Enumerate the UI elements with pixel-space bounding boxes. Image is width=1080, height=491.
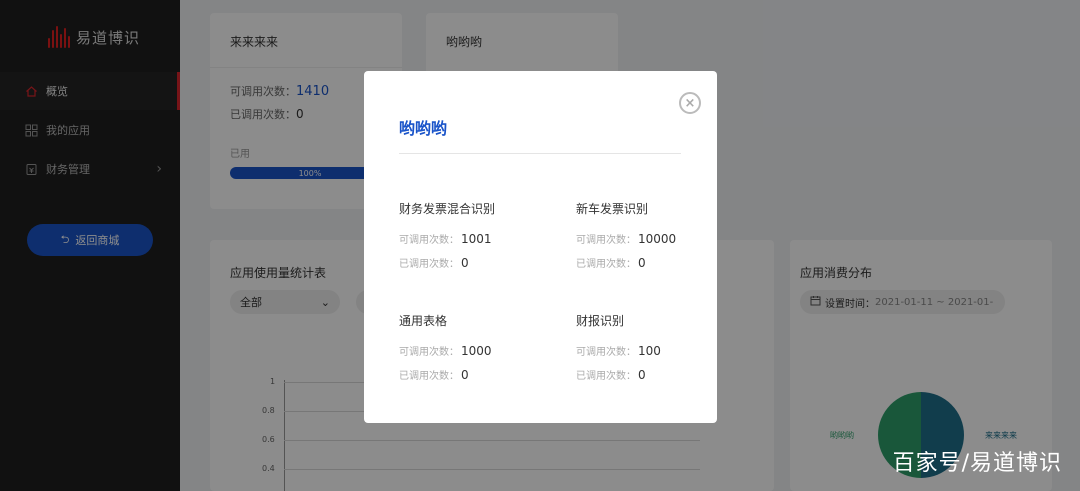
- service-available-row: 可调用次数： 1001: [399, 231, 559, 246]
- used-label: 已调用次数：: [576, 371, 636, 382]
- service-name: 财务发票混合识别: [399, 202, 496, 216]
- app-detail-modal: × 哟哟哟 财务发票混合识别 可调用次数： 1001 已调用次数： 0 新车发票识别…: [364, 71, 717, 423]
- available-label: 可调用次数：: [576, 235, 636, 246]
- service-item: 财报识别 可调用次数： 100 已调用次数： 0: [576, 312, 736, 391]
- service-used-row: 已调用次数： 0: [576, 255, 736, 270]
- service-used-row: 已调用次数： 0: [399, 255, 559, 270]
- service-available-row: 可调用次数： 100: [576, 343, 736, 358]
- available-value: 100: [638, 344, 661, 358]
- used-value: 0: [638, 256, 646, 270]
- service-available-row: 可调用次数： 10000: [576, 231, 736, 246]
- watermark: 百家号/易道博识: [892, 451, 1062, 476]
- service-used-row: 已调用次数： 0: [576, 367, 736, 382]
- modal-divider: [399, 153, 681, 154]
- used-label: 已调用次数：: [399, 371, 459, 382]
- available-label: 可调用次数：: [399, 235, 459, 246]
- used-value: 0: [638, 368, 646, 382]
- used-value: 0: [461, 368, 469, 382]
- service-used-row: 已调用次数： 0: [399, 367, 559, 382]
- used-value: 0: [461, 256, 469, 270]
- available-value: 1001: [461, 232, 492, 246]
- service-item: 财务发票混合识别 可调用次数： 1001 已调用次数： 0: [399, 200, 559, 279]
- available-value: 10000: [638, 232, 677, 246]
- modal-title: 哟哟哟: [399, 119, 448, 138]
- service-name: 通用表格: [399, 314, 448, 328]
- available-label: 可调用次数：: [399, 347, 459, 358]
- service-item: 通用表格 可调用次数： 1000 已调用次数： 0: [399, 312, 559, 391]
- used-label: 已调用次数：: [576, 259, 636, 270]
- available-value: 1000: [461, 344, 492, 358]
- service-item: 新车发票识别 可调用次数： 10000 已调用次数： 0: [576, 200, 736, 279]
- used-label: 已调用次数：: [399, 259, 459, 270]
- service-name: 新车发票识别: [576, 202, 649, 216]
- service-available-row: 可调用次数： 1000: [399, 343, 559, 358]
- service-name: 财报识别: [576, 314, 625, 328]
- available-label: 可调用次数：: [576, 347, 636, 358]
- close-icon[interactable]: ×: [679, 92, 701, 114]
